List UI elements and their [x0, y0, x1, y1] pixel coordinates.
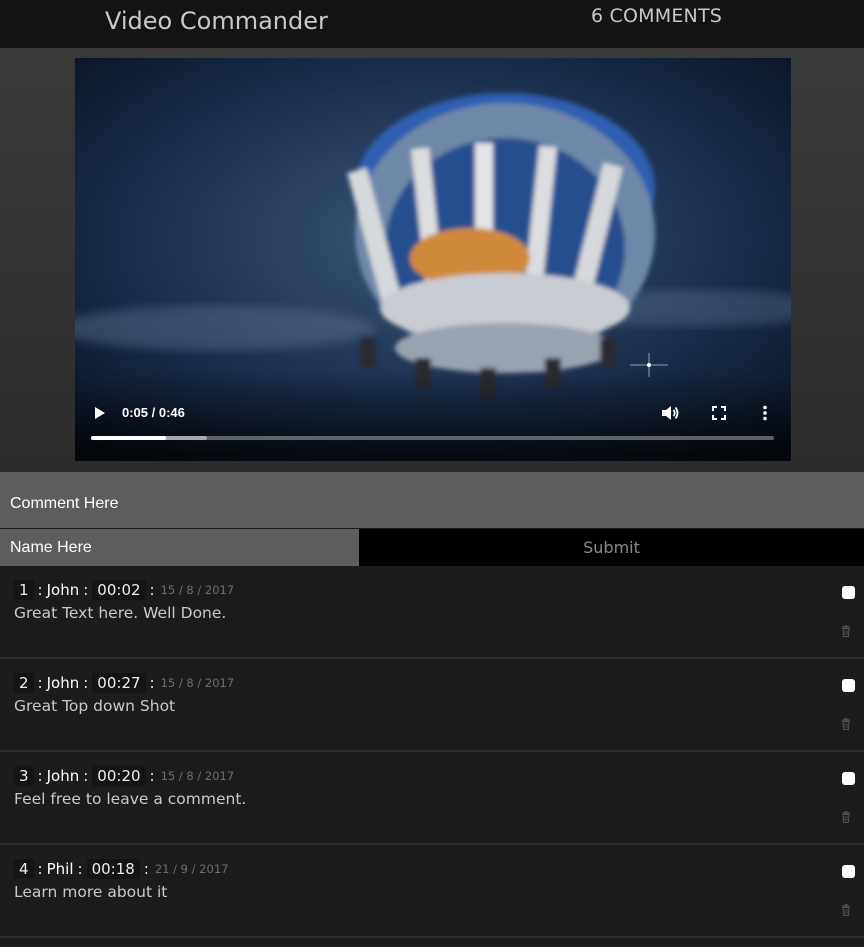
- comment-count[interactable]: 6 COMMENTS: [591, 5, 722, 27]
- comment-text: Great Top down Shot: [14, 697, 176, 715]
- volume-icon[interactable]: [660, 404, 680, 422]
- comment-author: John: [46, 674, 80, 692]
- comment-number: 2: [14, 673, 34, 693]
- play-icon[interactable]: [93, 404, 107, 422]
- comment-meta: 1 : John : 00:02 : 15 / 8 / 2017: [14, 578, 234, 602]
- comment-checkbox[interactable]: [842, 586, 855, 599]
- separator: :: [37, 674, 43, 692]
- separator: :: [149, 581, 155, 599]
- separator: :: [37, 767, 43, 785]
- trash-icon[interactable]: [841, 904, 851, 916]
- comment-meta: 4 : Phil : 00:18 : 21 / 9 / 2017: [14, 857, 228, 881]
- comment-number: 3: [14, 766, 34, 786]
- separator: :: [37, 581, 43, 599]
- separator: :: [149, 767, 155, 785]
- trash-icon[interactable]: [841, 718, 851, 730]
- comment-item: 3 : John : 00:20 : 15 / 8 / 2017 Feel fr…: [0, 752, 864, 845]
- separator: :: [143, 860, 149, 878]
- comment-number: 4: [14, 859, 34, 879]
- comment-number: 1: [14, 580, 34, 600]
- separator: :: [149, 674, 155, 692]
- comment-timestamp[interactable]: 00:20: [92, 766, 146, 786]
- comment-date: 21 / 9 / 2017: [154, 862, 229, 876]
- comment-timestamp[interactable]: 00:18: [86, 859, 140, 879]
- comment-text: Feel free to leave a comment.: [14, 790, 247, 808]
- comment-list: 1 : John : 00:02 : 15 / 8 / 2017 Great T…: [0, 566, 864, 938]
- comment-author: Phil: [46, 860, 74, 878]
- comment-timestamp[interactable]: 00:27: [92, 673, 146, 693]
- comment-item: 2 : John : 00:27 : 15 / 8 / 2017 Great T…: [0, 659, 864, 752]
- comment-checkbox[interactable]: [842, 865, 855, 878]
- comment-meta: 2 : John : 00:27 : 15 / 8 / 2017: [14, 671, 234, 695]
- comment-text: Learn more about it: [14, 883, 168, 901]
- comment-author: John: [46, 767, 80, 785]
- name-input[interactable]: [0, 529, 359, 566]
- comment-date: 15 / 8 / 2017: [160, 676, 235, 690]
- app-title: Video Commander: [105, 7, 328, 35]
- separator: :: [37, 860, 43, 878]
- comment-meta: 3 : John : 00:20 : 15 / 8 / 2017: [14, 764, 234, 788]
- comment-date: 15 / 8 / 2017: [160, 583, 235, 597]
- comment-author: John: [46, 581, 80, 599]
- comment-item: 4 : Phil : 00:18 : 21 / 9 / 2017 Learn m…: [0, 845, 864, 938]
- trash-icon[interactable]: [841, 811, 851, 823]
- separator: :: [77, 860, 83, 878]
- comment-text: Great Text here. Well Done.: [14, 604, 227, 622]
- progress-bar[interactable]: [91, 436, 774, 440]
- separator: :: [83, 674, 89, 692]
- time-readout: 0:05 / 0:46: [122, 405, 185, 420]
- more-options-icon[interactable]: [759, 404, 771, 422]
- comment-timestamp[interactable]: 00:02: [92, 580, 146, 600]
- comment-checkbox[interactable]: [842, 679, 855, 692]
- comment-date: 15 / 8 / 2017: [160, 769, 235, 783]
- video-player[interactable]: 0:05 / 0:46: [75, 58, 791, 461]
- comment-item: 1 : John : 00:02 : 15 / 8 / 2017 Great T…: [0, 566, 864, 659]
- fullscreen-icon[interactable]: [711, 405, 727, 421]
- comment-input[interactable]: [0, 472, 864, 528]
- separator: :: [83, 581, 89, 599]
- trash-icon[interactable]: [841, 625, 851, 637]
- progress-played: [91, 436, 167, 440]
- separator: :: [83, 767, 89, 785]
- submit-button[interactable]: Submit: [359, 529, 864, 566]
- comment-checkbox[interactable]: [842, 772, 855, 785]
- top-bar: Video Commander 6 COMMENTS: [0, 0, 864, 48]
